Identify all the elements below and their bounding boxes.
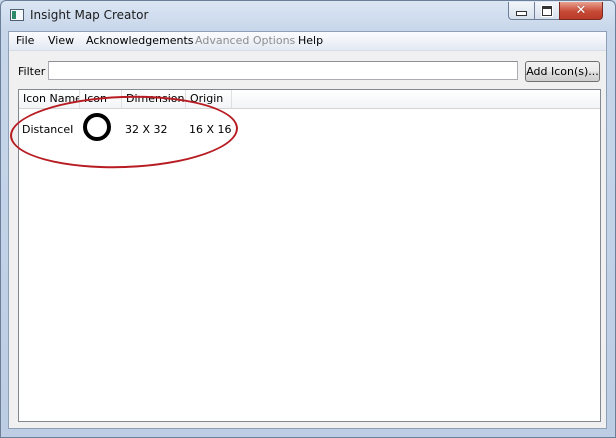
menu-file[interactable]: File	[16, 34, 34, 47]
add-icons-button[interactable]: Add Icon(s)...	[525, 61, 600, 82]
column-header-origin[interactable]: Origin	[186, 90, 232, 108]
title-bar[interactable]: Insight Map Creator ✕	[1, 1, 615, 31]
cell-icon-name: DistanceI	[22, 123, 74, 136]
cell-origin: 16 X 16	[189, 123, 232, 136]
maximize-button[interactable]	[534, 2, 560, 20]
client-area: File View Acknowledgements Advanced Opti…	[8, 31, 607, 429]
circle-outline-icon	[83, 113, 111, 141]
maximize-icon	[542, 5, 552, 16]
menu-help[interactable]: Help	[298, 34, 323, 47]
filter-label: Filter	[18, 65, 46, 78]
icon-table[interactable]: Icon Name Icon Dimensions Origin Distanc…	[18, 89, 601, 422]
app-window: Insight Map Creator ✕ File View Acknowle…	[0, 0, 616, 438]
minimize-icon	[516, 11, 527, 16]
window-title: Insight Map Creator	[30, 8, 149, 22]
close-icon: ✕	[575, 3, 587, 18]
table-row[interactable]: DistanceI 32 X 32 16 X 16	[19, 112, 600, 148]
menu-acknowledgements[interactable]: Acknowledgements	[86, 34, 194, 47]
filter-input[interactable]	[48, 61, 518, 80]
minimize-button[interactable]	[508, 2, 535, 20]
column-header-dimensions[interactable]: Dimensions	[122, 90, 186, 108]
menu-view[interactable]: View	[48, 34, 74, 47]
menu-bar: File View Acknowledgements Advanced Opti…	[9, 32, 606, 51]
column-header-icon-name[interactable]: Icon Name	[19, 90, 80, 108]
menu-advanced-options: Advanced Options	[195, 34, 296, 47]
table-header: Icon Name Icon Dimensions Origin	[19, 90, 600, 109]
app-window-icon	[10, 9, 24, 21]
column-header-icon[interactable]: Icon	[80, 90, 122, 108]
close-button[interactable]: ✕	[559, 2, 603, 20]
cell-dimensions: 32 X 32	[125, 123, 168, 136]
